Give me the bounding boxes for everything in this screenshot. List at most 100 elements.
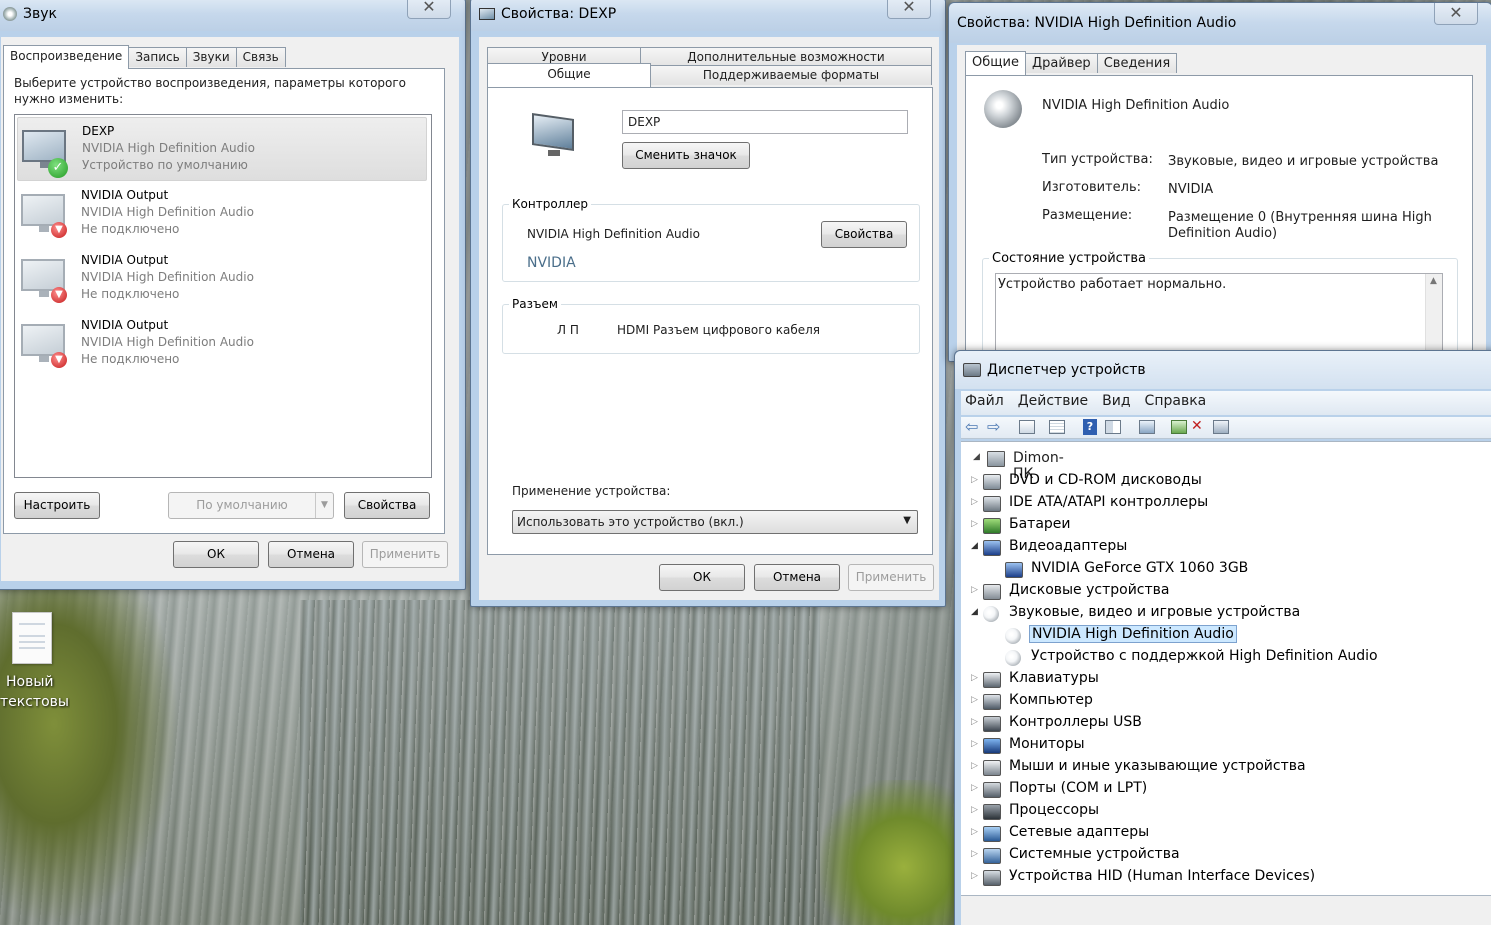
ok-button[interactable]: ОК (659, 564, 745, 591)
expand-arrow-icon[interactable]: ▷ (971, 497, 979, 507)
tree-item[interactable]: ▷ Устройства HID (Human Interface Devices… (971, 868, 1491, 888)
tab-playback[interactable]: Воспроизведение (3, 45, 130, 69)
expand-arrow-icon[interactable]: ▷ (971, 871, 979, 881)
device-item-dexp[interactable]: ✓ DEXP NVIDIA High Definition Audio Устр… (17, 117, 427, 181)
help-icon[interactable]: ? (1083, 419, 1097, 435)
close-button[interactable]: ✕ (1434, 3, 1478, 25)
tab-communications[interactable]: Связь (235, 47, 286, 67)
set-default-button[interactable]: По умолчанию ▼ (168, 492, 334, 519)
scroll-up-icon[interactable]: ▲ (1430, 276, 1437, 286)
expand-arrow-icon[interactable]: ▷ (971, 717, 979, 727)
tree-item[interactable]: ▷ Мыши и иные указывающие устройства (971, 758, 1491, 778)
tree-item[interactable]: ▷ DVD и CD-ROM дисководы (971, 472, 1491, 492)
tree-item[interactable]: ▷ Контроллеры USB (971, 714, 1491, 734)
dvd-drive-icon (983, 474, 1001, 490)
expand-arrow-icon[interactable]: ▷ (971, 739, 979, 749)
tab-general[interactable]: Общие (487, 63, 651, 87)
device-item-nvidia-output-1[interactable]: ▼ NVIDIA Output NVIDIA High Definition A… (17, 182, 427, 246)
expand-arrow-icon[interactable]: ▷ (971, 519, 979, 529)
collapse-arrow-icon[interactable]: ◢ (971, 541, 979, 551)
tree-item[interactable]: ▷ Клавиатуры (971, 670, 1491, 690)
expand-arrow-icon[interactable]: ▷ (971, 475, 979, 485)
hid-icon (983, 870, 1001, 886)
apply-button[interactable]: Применить (362, 541, 448, 568)
tree-item[interactable]: ◢ Видеоадаптеры (971, 538, 1491, 558)
menu-view[interactable]: Вид (1098, 391, 1140, 415)
window-title: Звук (23, 6, 57, 22)
scrollbar[interactable]: ▲ (1425, 274, 1442, 362)
expand-arrow-icon[interactable]: ▷ (971, 849, 979, 859)
sound-window-titlebar[interactable]: Звук (0, 0, 465, 31)
ok-button[interactable]: ОК (173, 541, 259, 568)
update-driver-icon[interactable] (1171, 420, 1187, 434)
close-button[interactable]: ✕ (887, 0, 931, 19)
devmgr-titlebar[interactable]: Диспетчер устройств (955, 351, 1491, 389)
tree-item-label: Устройства HID (Human Interface Devices) (1009, 868, 1316, 884)
uninstall-icon[interactable]: ✕ (1191, 418, 1209, 436)
nvidia-window-titlebar[interactable]: Свойства: NVIDIA High Definition Audio (949, 3, 1491, 43)
tree-item[interactable]: NVIDIA GeForce GTX 1060 3GB (993, 560, 1491, 580)
tab-sounds[interactable]: Звуки (185, 47, 237, 67)
tree-item[interactable]: ▷ Батареи (971, 516, 1491, 536)
cancel-button[interactable]: Отмена (268, 541, 354, 568)
tree-item[interactable]: ▷ Дисковые устройства (971, 582, 1491, 602)
tree-item[interactable]: ◢ Звуковые, видео и игровые устройства (971, 604, 1491, 624)
collapse-arrow-icon[interactable]: ◢ (971, 607, 979, 617)
tab-recording[interactable]: Запись (128, 47, 187, 67)
tree-item[interactable]: ▷ IDE ATA/ATAPI контроллеры (971, 494, 1491, 514)
usage-select[interactable]: Использовать это устройство (вкл.) ▼ (512, 510, 918, 534)
collapse-arrow-icon[interactable]: ◢ (973, 452, 980, 462)
cancel-button[interactable]: Отмена (754, 564, 840, 591)
tab-driver[interactable]: Драйвер (1024, 53, 1098, 73)
expand-arrow-icon[interactable]: ▷ (971, 783, 979, 793)
dexp-window-titlebar[interactable]: Свойства: DEXP (471, 0, 945, 31)
toolbar: ⇦ ⇨ ? ✕ (961, 417, 1491, 439)
controller-vendor[interactable]: NVIDIA (527, 255, 576, 271)
menu-action[interactable]: Действие (1014, 391, 1098, 415)
desktop-icon-text-file[interactable]: Новый текстовы... (0, 610, 70, 710)
configure-button[interactable]: Настроить (14, 492, 100, 519)
expand-arrow-icon[interactable]: ▷ (971, 827, 979, 837)
apply-button[interactable]: Применить (848, 564, 934, 591)
tree-item-label: IDE ATA/ATAPI контроллеры (1009, 494, 1209, 510)
tab-general[interactable]: Общие (965, 51, 1026, 75)
expand-arrow-icon[interactable]: ▷ (971, 805, 979, 815)
tree-item-label: Компьютер (1009, 692, 1093, 708)
controller-properties-button[interactable]: Свойства (821, 221, 907, 248)
tab-supported-formats[interactable]: Поддерживаемые форматы (650, 65, 932, 85)
device-name-input[interactable]: DEXP (622, 110, 908, 134)
menu-bar: Файл Действие Вид Справка (961, 391, 1491, 415)
tree-item[interactable]: ▷ Порты (COM и LPT) (971, 780, 1491, 800)
tree-item[interactable]: Устройство с поддержкой High Definition … (993, 648, 1491, 668)
device-item-nvidia-output-3[interactable]: ▼ NVIDIA Output NVIDIA High Definition A… (17, 312, 427, 376)
scan-hardware-icon[interactable] (1139, 420, 1155, 434)
expand-arrow-icon[interactable]: ▷ (971, 695, 979, 705)
close-button[interactable]: ✕ (407, 0, 451, 19)
tree-item[interactable]: ▷ Сетевые адаптеры (971, 824, 1491, 844)
tab-details[interactable]: Сведения (1096, 53, 1178, 73)
device-driver: NVIDIA High Definition Audio (81, 270, 254, 284)
disable-icon[interactable] (1213, 420, 1229, 434)
chevron-down-icon: ▼ (315, 493, 333, 518)
window-title: Диспетчер устройств (987, 362, 1146, 378)
view-icon[interactable] (1105, 420, 1121, 434)
back-icon[interactable]: ⇦ (965, 419, 983, 437)
properties-icon[interactable] (1049, 420, 1065, 434)
tree-item[interactable]: ▷ Системные устройства (971, 846, 1491, 866)
device-item-nvidia-output-2[interactable]: ▼ NVIDIA Output NVIDIA High Definition A… (17, 247, 427, 311)
tree-item[interactable]: ▷ Компьютер (971, 692, 1491, 712)
menu-file[interactable]: Файл (961, 391, 1014, 415)
expand-arrow-icon[interactable]: ▷ (971, 761, 979, 771)
expand-arrow-icon[interactable]: ▷ (971, 673, 979, 683)
menu-help[interactable]: Справка (1141, 391, 1217, 415)
tree-item[interactable]: ▷ Процессоры (971, 802, 1491, 822)
tree-item[interactable]: NVIDIA High Definition Audio (993, 625, 1491, 646)
tree-item-label: Дисковые устройства (1009, 582, 1170, 598)
expand-arrow-icon[interactable]: ▷ (971, 585, 979, 595)
show-hide-tree-icon[interactable] (1019, 420, 1035, 434)
window-title: Свойства: DEXP (501, 6, 617, 22)
tree-item[interactable]: ▷ Мониторы (971, 736, 1491, 756)
forward-icon[interactable]: ⇨ (987, 419, 1005, 437)
change-icon-button[interactable]: Сменить значок (622, 142, 750, 169)
properties-button[interactable]: Свойства (344, 492, 430, 519)
